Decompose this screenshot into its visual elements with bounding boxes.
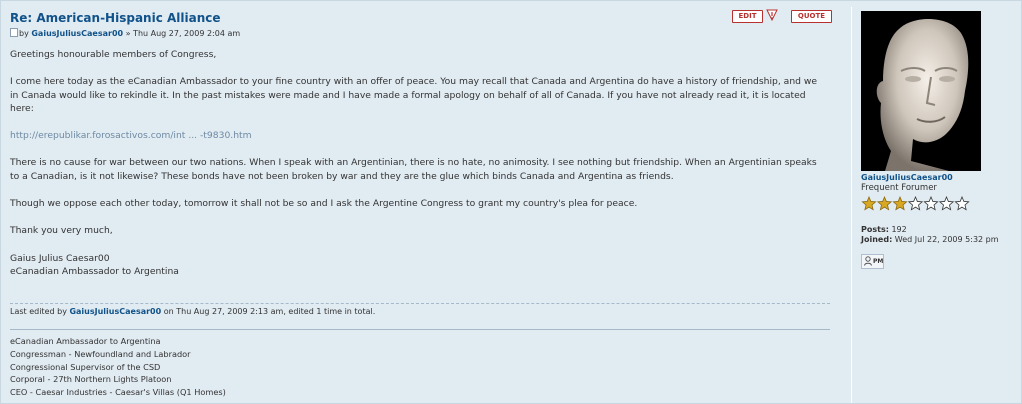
profile-username[interactable]: GaiusJuliusCaesar00	[861, 173, 953, 182]
signature-line: Congressman - Newfoundland and Labrador	[10, 348, 191, 359]
edit-notice-prefix: Last edited by	[10, 307, 70, 316]
rank-star-icon	[954, 196, 970, 211]
rank-star-icon	[876, 196, 893, 211]
edit-notice-suffix: on Thu Aug 27, 2009 2:13 am, edited 1 ti…	[161, 307, 376, 316]
rank-star-icon	[938, 196, 955, 211]
signature-line: Corporal - 27th Northern Lights Platoon	[10, 374, 172, 385]
signature: eCanadian Ambassador to Argentina Congre…	[10, 329, 830, 399]
signature-line: eCanadian Ambassador to Argentina	[10, 336, 161, 346]
editor-link[interactable]: GaiusJuliusCaesar00	[69, 307, 161, 316]
posts-value: 192	[888, 225, 907, 234]
rank-star-icon	[907, 196, 924, 211]
author-profile: GaiusJuliusCaesar00 Frequent Forumer Pos…	[851, 7, 1020, 403]
profile-stats: Posts: 192 Joined: Wed Jul 22, 2009 5:32…	[861, 225, 999, 245]
post-paragraph: Though we oppose each other today, tomor…	[10, 198, 638, 210]
post-content: Greetings honourable members of Congress…	[10, 48, 825, 292]
pm-icon	[864, 256, 872, 266]
edit-notice: Last edited by GaiusJuliusCaesar00 on Th…	[10, 303, 830, 316]
forum-post: Re: American-Hispanic Alliance by GaiusJ…	[0, 0, 1022, 404]
post-link[interactable]: http://erepublikar.forosactivos.com/int …	[10, 129, 825, 142]
post-paragraph: There is no cause for war between our tw…	[10, 157, 817, 182]
rank-star-icon	[923, 196, 939, 211]
byline-prefix: by	[19, 29, 32, 38]
joined-value: Wed Jul 22, 2009 5:32 pm	[892, 235, 999, 244]
edit-button[interactable]: EDIT	[732, 10, 763, 23]
author-link[interactable]: GaiusJuliusCaesar00	[31, 29, 123, 38]
post-date: » Thu Aug 27, 2009 2:04 am	[123, 29, 241, 38]
post-byline: by GaiusJuliusCaesar00 » Thu Aug 27, 200…	[10, 28, 240, 38]
quote-button[interactable]: QUOTE	[791, 10, 832, 23]
post-title[interactable]: Re: American-Hispanic Alliance	[10, 11, 221, 25]
signature-line: Congressional Supervisor of the CSD	[10, 361, 161, 372]
avatar[interactable]	[861, 11, 981, 171]
rank-star-icon	[861, 196, 877, 211]
post-paragraph: Gaius Julius Caesar00 eCanadian Ambassad…	[10, 252, 179, 277]
post-paragraph: Thank you very much,	[10, 225, 113, 237]
joined-row: Joined: Wed Jul 22, 2009 5:32 pm	[861, 235, 999, 245]
report-icon[interactable]	[765, 9, 779, 21]
rank-star-icon	[892, 196, 908, 211]
posts-label: Posts:	[861, 225, 889, 234]
pm-button[interactable]: PM	[861, 254, 884, 269]
joined-label: Joined:	[861, 235, 893, 244]
signature-line: CEO - Caesar Industries - Caesar's Villa…	[10, 387, 226, 398]
post-icon	[10, 28, 18, 37]
rank-stars	[861, 196, 970, 211]
post-paragraph: Greetings honourable members of Congress…	[10, 49, 217, 60]
pm-label: PM	[873, 258, 884, 265]
profile-rank: Frequent Forumer	[861, 183, 937, 193]
post-paragraph: I come here today as the eCanadian Ambas…	[10, 76, 818, 114]
posts-row: Posts: 192	[861, 225, 999, 235]
